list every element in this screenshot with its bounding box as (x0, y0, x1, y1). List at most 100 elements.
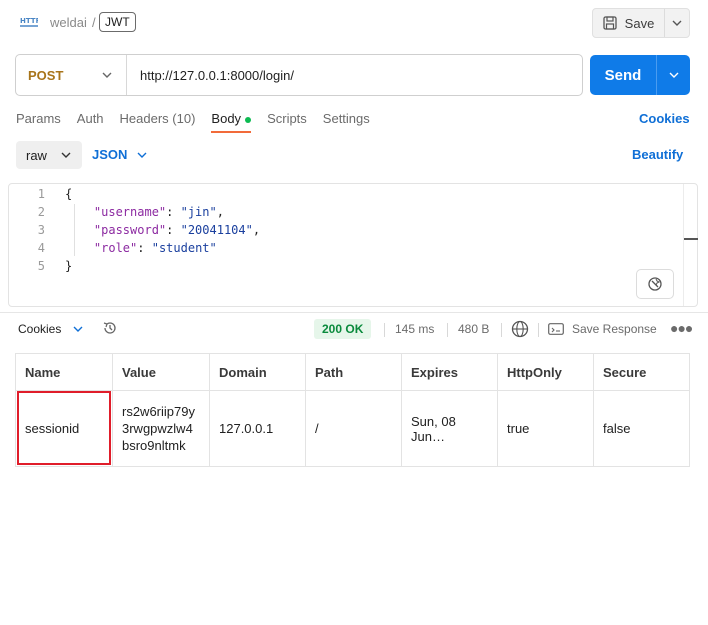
save-button-group: Save (592, 8, 690, 38)
editor-scrollbar[interactable] (683, 184, 697, 306)
send-dropdown-button[interactable] (657, 55, 690, 95)
breadcrumb-request-name[interactable]: JWT (99, 12, 136, 32)
format-label: JSON (92, 147, 128, 162)
url-input[interactable]: http://127.0.0.1:8000/login/ (127, 68, 294, 83)
json-value: "student" (151, 241, 217, 255)
code-line: 3 "password": "20041104", (9, 221, 260, 239)
json-key: "role" (93, 241, 138, 255)
line-number: 3 (37, 223, 45, 237)
status-badge[interactable]: 200 OK (314, 319, 372, 339)
code-line: 2 "username": "jin", (9, 203, 224, 221)
cookie-domain-cell[interactable]: 127.0.0.1 (209, 390, 306, 467)
column-header-domain: Domain (209, 353, 306, 391)
format-select[interactable]: JSON (92, 147, 147, 162)
http-icon: HTTP (20, 14, 41, 30)
divider (501, 323, 502, 337)
body-type-select[interactable]: raw (16, 141, 82, 169)
ai-assist-button[interactable] (636, 269, 674, 299)
divider (447, 323, 448, 337)
code-text: } (65, 259, 73, 273)
cookie-value-text: rs2w6riip79y3rwgpwzlw4bsro9nltmk (122, 404, 195, 453)
svg-text:HTTP: HTTP (20, 17, 38, 25)
json-value: "20041104" (180, 223, 253, 237)
divider (384, 323, 385, 337)
breadcrumb-separator: / (92, 15, 96, 30)
code-text: "password": "20041104", (93, 223, 261, 237)
cookie-secure-cell[interactable]: false (593, 390, 690, 467)
chevron-down-icon (137, 152, 147, 158)
tab-body[interactable]: Body (211, 111, 252, 133)
method-select[interactable]: POST (16, 55, 127, 95)
cookie-value-cell[interactable]: rs2w6riip79y3rwgpwzlw4bsro9nltmk (112, 390, 210, 467)
column-header-expires: Expires (401, 353, 498, 391)
tab-auth[interactable]: Auth (77, 111, 104, 126)
tab-settings[interactable]: Settings (323, 111, 370, 126)
chevron-down-icon (102, 72, 112, 78)
beautify-button[interactable]: Beautify (632, 147, 683, 162)
send-button[interactable]: Send (590, 55, 657, 95)
tab-params[interactable]: Params (16, 111, 61, 126)
globe-icon[interactable] (511, 320, 529, 338)
column-header-httponly: HttpOnly (497, 353, 594, 391)
code-line: 5 } (9, 257, 72, 275)
chevron-down-icon (669, 72, 678, 78)
line-number: 2 (37, 205, 45, 219)
cookies-link[interactable]: Cookies (639, 111, 690, 126)
tab-body-label: Body (211, 111, 242, 126)
scrollbar-marker (684, 238, 698, 240)
body-editor[interactable]: 1 { 2 "username": "jin", 3 "password": "… (8, 183, 698, 307)
response-size[interactable]: 480 B (458, 322, 489, 336)
chevron-down-icon (672, 20, 682, 26)
body-type-label: raw (26, 147, 47, 163)
request-tabs: Params Auth Headers (10) Body Scripts Se… (16, 111, 370, 133)
send-button-group: Send (590, 55, 690, 95)
save-icon (603, 16, 617, 30)
url-bar: POST http://127.0.0.1:8000/login/ (15, 54, 583, 96)
panel-divider (0, 312, 708, 313)
cookie-expires-cell[interactable]: Sun, 08 Jun… (401, 390, 498, 467)
line-number: 4 (37, 241, 45, 255)
cookie-httponly-cell[interactable]: true (497, 390, 594, 467)
table-header-row: Name Value Domain Path Expires HttpOnly … (15, 353, 690, 391)
json-key: "username" (93, 205, 167, 219)
save-label: Save (624, 15, 655, 31)
column-header-value: Value (112, 353, 210, 391)
json-value: "jin" (180, 205, 217, 219)
response-tab-label: Cookies (18, 322, 62, 336)
highlight-box (17, 391, 111, 465)
line-number: 1 (37, 187, 45, 201)
cookies-table: Name Value Domain Path Expires HttpOnly … (15, 353, 690, 467)
column-header-secure: Secure (593, 353, 690, 391)
chevron-down-icon (61, 152, 71, 158)
cookie-path-cell[interactable]: / (305, 390, 402, 467)
column-header-name: Name (15, 353, 113, 391)
code-text: "username": "jin", (93, 205, 224, 219)
history-icon[interactable] (102, 320, 118, 336)
json-trail: , (216, 205, 224, 219)
save-response-label: Save Response (572, 322, 657, 336)
chevron-down-icon (73, 326, 83, 332)
more-options-icon[interactable]: ●●● (670, 320, 693, 336)
save-dropdown-button[interactable] (665, 9, 689, 37)
save-button[interactable]: Save (593, 9, 665, 37)
sparkle-icon (648, 277, 662, 291)
response-tab-select[interactable]: Cookies (18, 322, 83, 336)
method-label: POST (28, 67, 64, 83)
tab-scripts[interactable]: Scripts (267, 111, 307, 126)
code-text: { (65, 187, 73, 201)
body-active-dot (245, 116, 252, 123)
table-row: sessionid rs2w6riip79y3rwgpwzlw4bsro9nlt… (15, 390, 690, 467)
code-text: "role": "student" (93, 241, 217, 255)
column-header-path: Path (305, 353, 402, 391)
breadcrumb-workspace[interactable]: weldai (50, 15, 87, 30)
tab-headers[interactable]: Headers (10) (120, 111, 196, 126)
response-time[interactable]: 145 ms (395, 322, 434, 336)
save-response-button[interactable]: Save Response (548, 322, 657, 336)
line-number: 5 (37, 259, 45, 273)
code-line: 1 { (9, 185, 72, 203)
json-key: "password" (93, 223, 167, 237)
divider (538, 323, 539, 337)
save-response-icon (548, 323, 564, 335)
code-line: 4 "role": "student" (9, 239, 217, 257)
json-trail: , (252, 223, 261, 237)
